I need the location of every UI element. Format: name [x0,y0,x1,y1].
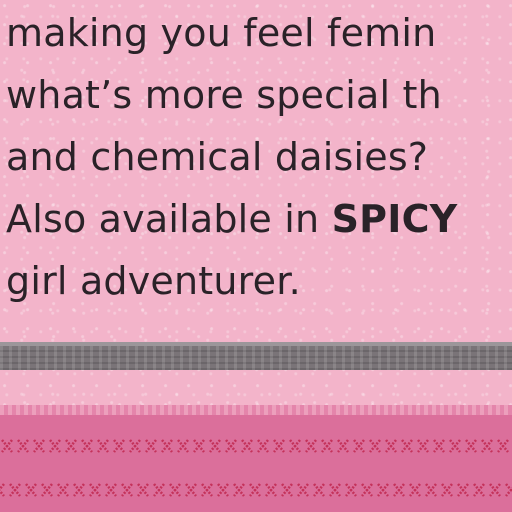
cross-stitch-mark [345,483,357,497]
cross-stitch-mark [297,483,309,497]
border-edge-pattern [0,405,512,415]
cross-stitch-mark [241,439,253,453]
description-line-5: girl adventurer. [6,259,301,303]
cross-stitch-mark [321,439,333,453]
cross-stitch-mark [417,439,429,453]
cross-stitch-mark [65,439,77,453]
cross-stitch-mark [0,483,5,497]
grey-divider-bar [0,342,512,370]
cross-stitch-mark [25,483,37,497]
cross-stitch-mark [137,483,149,497]
cross-stitch-mark [337,439,349,453]
cross-stitch-mark [329,483,341,497]
cross-stitch-mark [505,483,512,497]
cross-stitch-mark [145,439,157,453]
cross-stitch-mark [41,483,53,497]
cross-stitch-mark [153,483,165,497]
cross-stitch-mark [305,439,317,453]
cross-stitch-mark [233,483,245,497]
cross-stitch-mark [9,483,21,497]
cross-stitch-mark [33,439,45,453]
cross-stitch-mark [201,483,213,497]
cross-stitch-mark [17,439,29,453]
cross-stitch-mark [425,483,437,497]
cross-stitch-mark [73,483,85,497]
cross-stitch-mark [209,439,221,453]
cross-stitch-mark [377,483,389,497]
cross-stitch-mark [409,483,421,497]
cross-stitch-mark [49,439,61,453]
cross-stitch-mark [489,483,501,497]
cross-stitch-mark [369,439,381,453]
cross-stitch-mark [89,483,101,497]
cross-stitch-mark [433,439,445,453]
description-line-1: making you feel femin [6,11,437,55]
cross-stitch-mark [457,483,469,497]
product-description-text: making you feel femin what’s more specia… [6,2,512,312]
cross-stitch-mark [105,483,117,497]
cross-stitch-mark [465,439,477,453]
cross-stitch-mark [225,439,237,453]
cross-stitch-pattern [1,439,509,453]
also-available-text: Also available in [6,197,332,241]
cross-stitch-mark [441,483,453,497]
cross-stitch-mark [169,483,181,497]
cross-stitch-mark [57,483,69,497]
description-line-4: Also available in SPICY [6,188,512,250]
cross-stitch-pattern [0,483,512,497]
cross-stitch-mark [193,439,205,453]
cross-stitch-mark [265,483,277,497]
cross-stitch-mark [273,439,285,453]
cross-stitch-mark [449,439,461,453]
cross-stitch-mark [177,439,189,453]
cross-stitch-mark [481,439,493,453]
cross-stitch-mark [1,439,13,453]
cross-stitch-mark [353,439,365,453]
cross-stitch-mark [249,483,261,497]
cross-stitch-mark [129,439,141,453]
cross-stitch-row-bottom [0,479,512,501]
cross-stitch-mark [497,439,509,453]
cross-stitch-mark [281,483,293,497]
cross-stitch-mark [121,483,133,497]
cross-stitch-mark [313,483,325,497]
cross-stitch-mark [393,483,405,497]
cross-stitch-mark [97,439,109,453]
cross-stitch-row-top [0,435,512,457]
cross-stitch-mark [185,483,197,497]
cross-stitch-mark [385,439,397,453]
cross-stitch-border [0,405,512,512]
spicy-variant-name: SPICY [331,197,458,241]
cross-stitch-mark [161,439,173,453]
cross-stitch-mark [401,439,413,453]
cross-stitch-mark [473,483,485,497]
cross-stitch-mark [289,439,301,453]
cross-stitch-mark [81,439,93,453]
description-line-2: what’s more special th [6,73,442,117]
cross-stitch-mark [113,439,125,453]
cross-stitch-mark [217,483,229,497]
cross-stitch-mark [257,439,269,453]
cross-stitch-mark [361,483,373,497]
description-line-3: and chemical daisies? [6,135,429,179]
